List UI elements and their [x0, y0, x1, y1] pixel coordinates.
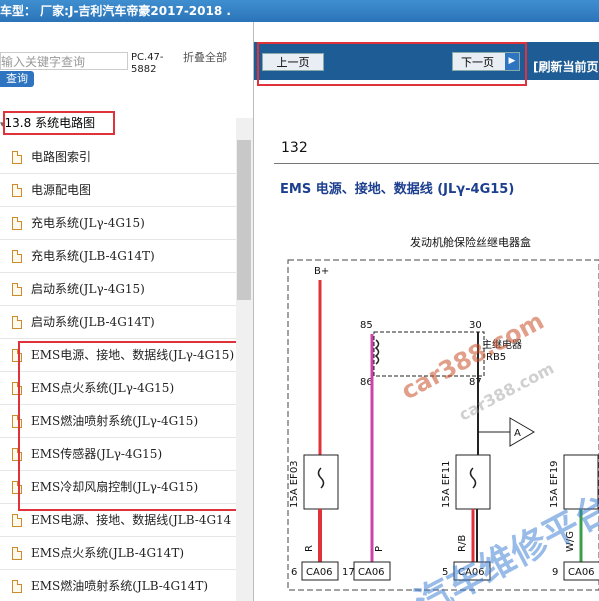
diagram-title: EMS 电源、接地、数据线 (JLγ-4G15)	[280, 182, 515, 197]
search-button[interactable]: 查询	[0, 71, 34, 87]
pc-code-label: PC.47-5882	[131, 52, 164, 75]
highlight-frame-root	[3, 111, 115, 135]
label-conn4: CA06	[568, 567, 595, 578]
list-item-label: 电源配电图	[31, 183, 92, 197]
window-title: 车型： 厂家:J-吉利汽车帝豪2017-2018 .	[0, 4, 231, 18]
document-icon	[12, 316, 22, 329]
list-item[interactable]: 电路图索引	[0, 141, 236, 174]
list-item-label: 充电系统(JLγ-4G15)	[31, 216, 145, 230]
label-wire2: P	[374, 546, 385, 552]
list-item[interactable]: 启动系统(JLB-4G14T)	[0, 306, 236, 339]
collapse-all-link[interactable]: 折叠全部	[183, 52, 233, 64]
list-item-label: EMS点火系统(JLB-4G14T)	[31, 546, 185, 560]
label-conn1: CA06	[306, 567, 333, 578]
list-item[interactable]: 电源配电图	[0, 174, 236, 207]
document-icon	[12, 580, 22, 593]
label-pin85: 85	[360, 320, 373, 331]
label-wire1: R	[304, 545, 315, 552]
list-item-label: 充电系统(JLB-4G14T)	[31, 249, 155, 263]
label-pin6: 6	[291, 567, 297, 578]
document-icon	[12, 184, 22, 197]
page-number: 132	[281, 140, 308, 156]
list-item-label: EMS燃油喷射系统(JLB-4G14T)	[31, 579, 209, 593]
list-item[interactable]: EMS燃油喷射系统(JLB-4G14T)	[0, 570, 236, 601]
search-input[interactable]: 输入关键字查询	[0, 52, 128, 70]
fuse-ef11	[455, 454, 491, 510]
refresh-page-link[interactable]: [刷新当前页	[533, 58, 599, 75]
document-viewer: 上一页 下一页 ▶ [刷新当前页 132 EMS 电源、接地、数据线 (JLγ-…	[254, 22, 599, 601]
label-fuse1: 15A EF03	[289, 460, 300, 508]
label-conn2: CA06	[358, 567, 385, 578]
list-item[interactable]: 启动系统(JLγ-4G15)	[0, 273, 236, 306]
label-pin30: 30	[469, 320, 482, 331]
document-icon	[12, 283, 22, 296]
list-item-label: 启动系统(JLγ-4G15)	[31, 282, 145, 296]
label-node-a: A	[514, 428, 521, 439]
list-item-label: 启动系统(JLB-4G14T)	[31, 315, 155, 329]
document-icon	[12, 151, 22, 164]
highlight-frame-toolbar	[257, 42, 527, 86]
label-b-plus: B+	[314, 266, 329, 277]
label-pin17: 17	[342, 567, 355, 578]
scrollbar-thumb[interactable]	[237, 140, 251, 300]
highlight-frame-ems-items	[18, 341, 252, 511]
list-item[interactable]: 充电系统(JLγ-4G15)	[0, 207, 236, 240]
document-icon	[12, 547, 22, 560]
fuse-ef03	[303, 454, 339, 510]
sidebar-scrollbar[interactable]	[236, 118, 253, 601]
list-item[interactable]: EMS点火系统(JLB-4G14T)	[0, 537, 236, 570]
window-titlebar: 车型： 厂家:J-吉利汽车帝豪2017-2018 .	[0, 0, 599, 22]
fuse-box-title: 发动机舱保险丝继电器盒	[410, 236, 531, 249]
list-item[interactable]: 充电系统(JLB-4G14T)	[0, 240, 236, 273]
label-pin9: 9	[552, 567, 558, 578]
document-icon	[12, 514, 22, 527]
label-pin87: 87	[469, 377, 482, 388]
document-icon	[12, 250, 22, 263]
document-icon	[12, 217, 22, 230]
label-fuse2: 15A EF11	[441, 460, 452, 508]
page-divider	[274, 163, 599, 164]
list-item-label: 电路图索引	[31, 150, 92, 164]
sidebar: 输入关键字查询 查询 PC.47-5882 折叠全部 ▾13.8 系统电路图 电…	[0, 22, 254, 601]
